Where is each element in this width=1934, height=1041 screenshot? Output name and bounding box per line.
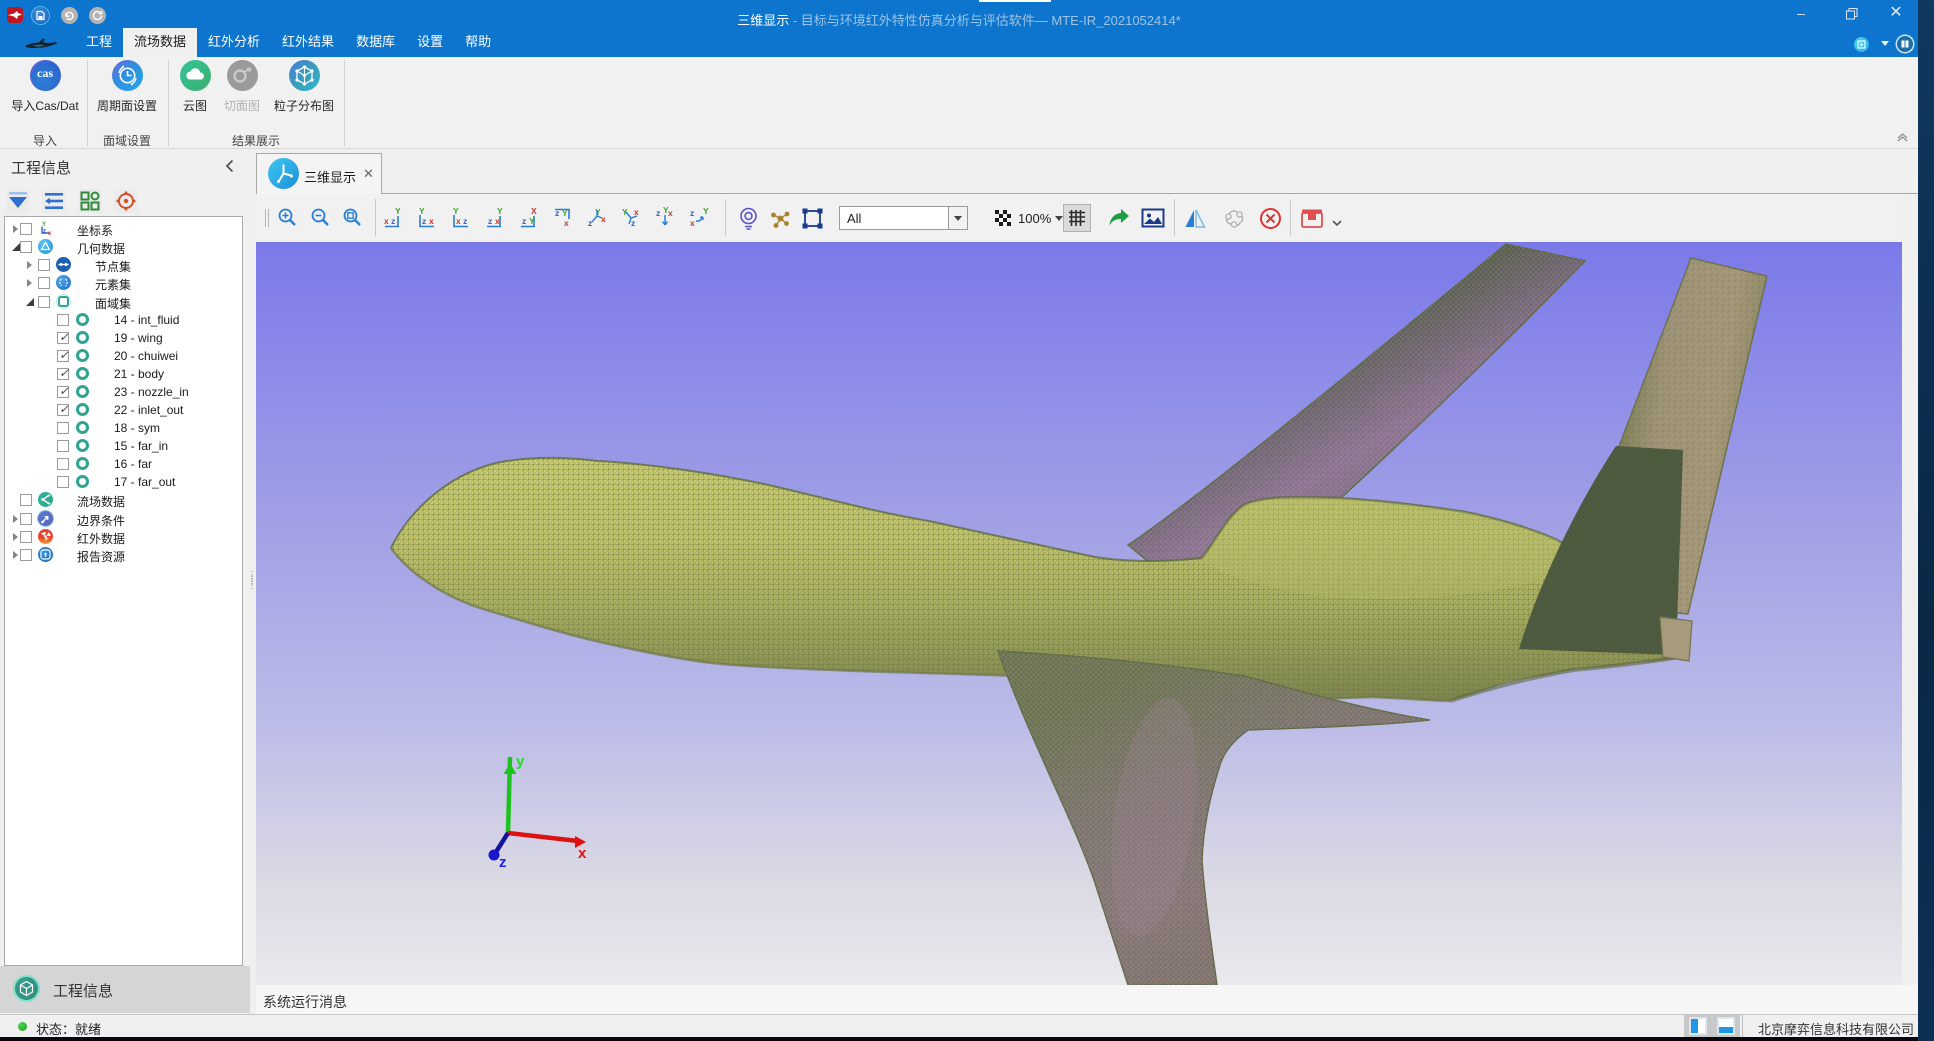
svg-text:x: x bbox=[384, 216, 389, 226]
svg-text:z: z bbox=[391, 216, 395, 226]
svg-text:x: x bbox=[429, 216, 434, 226]
svg-text:z: z bbox=[463, 216, 467, 226]
svg-text:Y: Y bbox=[395, 207, 401, 216]
svg-text:x: x bbox=[578, 845, 587, 862]
svg-text:z: z bbox=[631, 218, 635, 228]
svg-text:Y: Y bbox=[497, 207, 503, 216]
svg-text:z: z bbox=[656, 208, 660, 218]
svg-text:z: z bbox=[488, 216, 492, 226]
svg-text:y: y bbox=[516, 753, 525, 770]
svg-text:x: x bbox=[48, 231, 52, 237]
svg-text:x: x bbox=[456, 216, 461, 226]
svg-text:x: x bbox=[564, 218, 569, 228]
svg-text:x: x bbox=[668, 208, 673, 218]
svg-text:x: x bbox=[601, 214, 606, 224]
svg-text:z: z bbox=[588, 218, 592, 228]
svg-text:x: x bbox=[690, 218, 695, 228]
svg-text:z: z bbox=[43, 229, 46, 235]
svg-text:Y: Y bbox=[453, 207, 459, 216]
svg-text:X: X bbox=[531, 207, 537, 216]
svg-text:Y: Y bbox=[622, 207, 628, 217]
svg-text:z: z bbox=[522, 216, 526, 226]
svg-text:Y: Y bbox=[663, 207, 669, 215]
svg-text:Y: Y bbox=[703, 207, 709, 216]
svg-text:z: z bbox=[690, 208, 694, 218]
svg-text:z: z bbox=[422, 216, 426, 226]
svg-text:z: z bbox=[499, 854, 507, 871]
svg-text:Y: Y bbox=[419, 207, 425, 216]
